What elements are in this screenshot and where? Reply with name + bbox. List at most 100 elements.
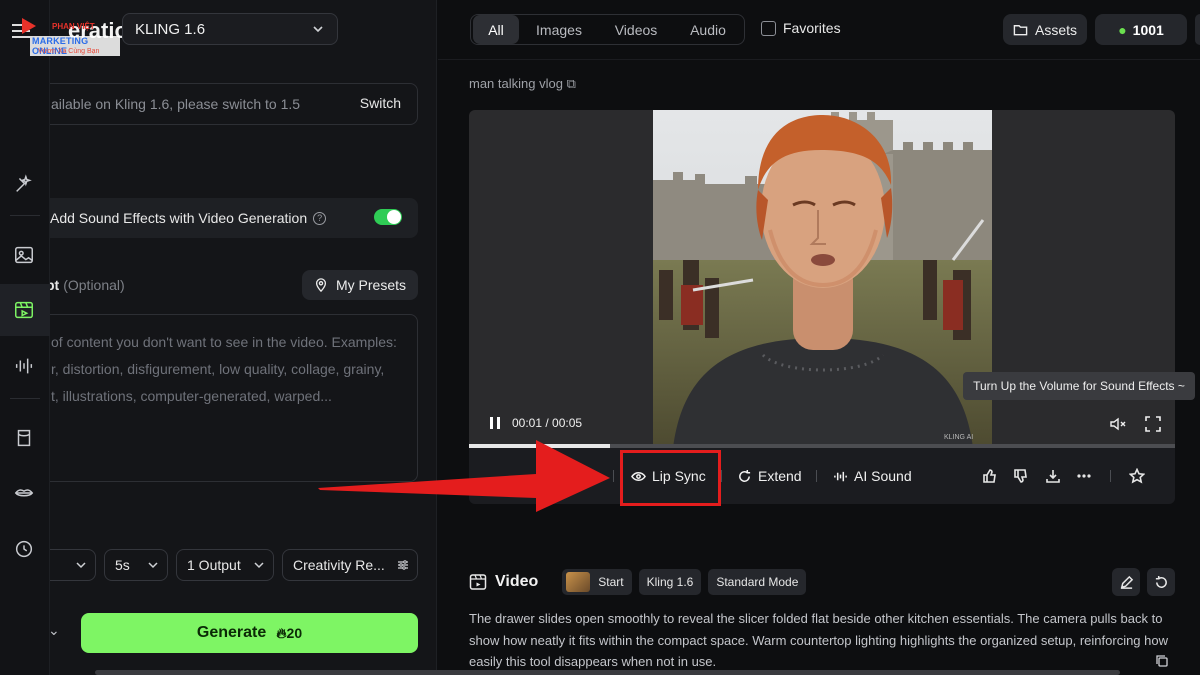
- collapse-chevron-icon[interactable]: ⌄: [50, 622, 60, 639]
- refresh-icon: [1155, 575, 1167, 588]
- effects-icon[interactable]: [12, 172, 36, 196]
- generate-label: Generate: [196, 624, 267, 641]
- tab-all[interactable]: All: [473, 15, 519, 44]
- model-select-value: KLING 1.6: [135, 20, 206, 38]
- horizontal-scrollbar[interactable]: [95, 670, 1120, 675]
- settings-panel: eration KLING 1.6 ailable on Kling 1.6, …: [50, 0, 437, 675]
- video-section-title: Video: [495, 573, 539, 590]
- extend-icon: [739, 469, 751, 482]
- volume-tooltip: Turn Up the Volume for Sound Effects ~: [963, 372, 1195, 400]
- sound-effects-toggle[interactable]: [374, 209, 402, 225]
- prompt-preview: man talking vlog ⧉: [469, 76, 576, 92]
- placeholder-line: t, illustrations, computer-generated, wa…: [51, 388, 332, 404]
- video-frame: [653, 110, 992, 448]
- ai-sound-button[interactable]: AI Sound: [833, 468, 912, 484]
- output-count-value: 1 Output: [187, 557, 241, 573]
- logo-tagline: Vươn Xa Cùng Bạn: [38, 48, 100, 55]
- start-frame-label: Start: [598, 575, 624, 589]
- tab-images[interactable]: Images: [519, 15, 599, 44]
- rail-divider: [10, 398, 40, 399]
- action-divider: [721, 470, 722, 482]
- video-still-icon: [653, 110, 992, 448]
- credits-value: 1001: [1132, 21, 1164, 38]
- prompt-preview-text: man talking vlog: [469, 76, 563, 91]
- lip-icon[interactable]: [12, 481, 36, 505]
- mute-icon[interactable]: [1109, 415, 1127, 433]
- notice-text: ailable on Kling 1.6, please switch to 1…: [51, 96, 301, 112]
- left-icon-rail: [0, 0, 50, 675]
- assets-button[interactable]: Assets: [1003, 14, 1087, 45]
- sound-effects-row: Add Sound Effects with Video Generation …: [50, 198, 418, 238]
- rail-divider: [10, 215, 40, 216]
- my-presets-button[interactable]: My Presets: [302, 270, 418, 300]
- media-filter-tabs: All Images Videos Audio: [470, 14, 745, 45]
- tab-audio[interactable]: Audio: [673, 15, 743, 44]
- pencil-icon: [1120, 575, 1133, 589]
- creativity-settings[interactable]: Creativity Re...: [282, 549, 418, 581]
- pin-icon: [315, 278, 327, 292]
- switch-button[interactable]: Switch: [360, 95, 401, 111]
- favorites-label: Favorites: [783, 20, 841, 36]
- negative-prompt-input[interactable]: of content you don't want to see in the …: [50, 314, 418, 482]
- playback-time: 00:01 / 00:05: [512, 416, 583, 430]
- placeholder-line: r, distortion, disfigurement, low qualit…: [51, 361, 385, 377]
- video-action-bar: Lip Sync Extend AI Sound: [469, 448, 1175, 504]
- start-frame-chip[interactable]: Start: [562, 569, 632, 595]
- download-icon[interactable]: [1045, 468, 1061, 484]
- chevron-down-icon: [254, 562, 264, 569]
- star-icon[interactable]: [1128, 467, 1146, 484]
- version-notice: ailable on Kling 1.6, please switch to 1…: [50, 83, 418, 125]
- pause-icon[interactable]: [490, 417, 500, 429]
- copy-icon[interactable]: [1155, 654, 1169, 668]
- ai-sound-label: AI Sound: [854, 468, 912, 484]
- output-count-select[interactable]: 1 Output: [176, 549, 274, 581]
- extend-button[interactable]: Extend: [737, 468, 802, 484]
- assets-label: Assets: [1034, 21, 1077, 38]
- negative-prompt-title: pt: [50, 277, 60, 293]
- kling-watermark: KLING AI: [944, 434, 974, 441]
- placeholder-line: of content you don't want to see in the …: [51, 334, 397, 350]
- video-description: The drawer slides open smoothly to revea…: [469, 611, 1168, 669]
- checkbox-icon[interactable]: [761, 20, 776, 36]
- generate-button[interactable]: Generate 🔥︎20: [81, 613, 418, 653]
- history-icon[interactable]: [12, 537, 36, 561]
- mode-chip: Standard Mode: [708, 569, 807, 595]
- tab-videos[interactable]: Videos: [599, 15, 673, 44]
- avatar-icon[interactable]: [12, 426, 36, 450]
- edit-note-icon[interactable]: ⧉: [567, 76, 576, 91]
- logo-mark-icon: [22, 18, 36, 34]
- creativity-value: Creativity Re...: [293, 557, 385, 573]
- image-icon[interactable]: [12, 243, 36, 267]
- thumbs-down-icon[interactable]: [1013, 468, 1029, 484]
- flame-icon: ●: [1118, 21, 1127, 38]
- playback-controls: 00:01 / 00:05: [490, 416, 582, 430]
- folder-icon: [1013, 25, 1028, 36]
- start-frame-thumbnail: [566, 572, 591, 592]
- generate-cost: 🔥︎20: [276, 624, 303, 641]
- my-presets-label: My Presets: [335, 277, 406, 293]
- credits-badge[interactable]: ● 1001: [1095, 14, 1187, 45]
- chevron-down-icon: [76, 562, 86, 569]
- video-section-icon: [469, 574, 487, 590]
- sliders-icon: [398, 560, 408, 570]
- aspect-select[interactable]: [50, 549, 96, 581]
- more-icon[interactable]: [1076, 468, 1092, 484]
- topbar-overflow-button[interactable]: [1195, 14, 1200, 45]
- top-bar: All Images Videos Audio Favorites Assets…: [438, 0, 1200, 60]
- video-icon[interactable]: [12, 298, 36, 322]
- duration-select[interactable]: 5s: [104, 549, 168, 581]
- fullscreen-icon[interactable]: [1144, 415, 1162, 433]
- regenerate-button[interactable]: [1147, 568, 1175, 596]
- negative-prompt-label: pt(Optional): [50, 277, 125, 293]
- video-details-header: Video Start Kling 1.6 Standard Mode: [469, 569, 813, 595]
- model-select[interactable]: KLING 1.6: [122, 13, 338, 45]
- action-divider: [1110, 470, 1111, 482]
- chevron-down-icon: [313, 26, 323, 33]
- audio-icon[interactable]: [12, 354, 36, 378]
- help-icon[interactable]: ?: [313, 211, 327, 225]
- action-divider: [613, 470, 614, 482]
- thumbs-up-icon[interactable]: [982, 468, 998, 484]
- favorites-checkbox[interactable]: Favorites: [761, 20, 841, 36]
- sound-effects-label: Add Sound Effects with Video Generation: [50, 210, 308, 226]
- edit-prompt-button[interactable]: [1112, 568, 1140, 596]
